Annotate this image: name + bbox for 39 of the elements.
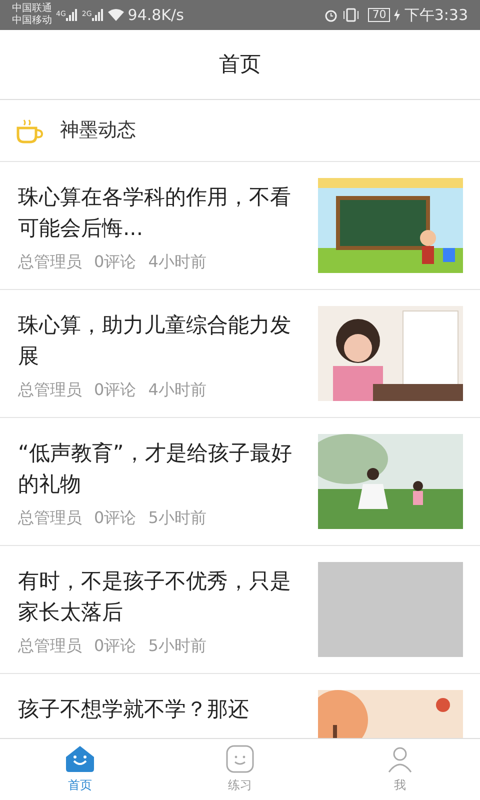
alarm-icon	[324, 8, 338, 22]
post-time: 4小时前	[148, 379, 206, 401]
cup-icon	[16, 118, 44, 144]
comment-count: 0评论	[94, 507, 136, 529]
comment-count: 0评论	[94, 379, 136, 401]
person-icon	[386, 745, 414, 773]
clock: 下午3:33	[404, 4, 468, 26]
article-item[interactable]: 珠心算，助力儿童综合能力发展 总管理员 0评论 4小时前	[0, 290, 480, 418]
article-author: 总管理员	[18, 379, 82, 401]
article-title: 有时，不是孩子不优秀，只是家长太落后	[18, 568, 292, 626]
comment-count: 0评论	[94, 251, 136, 273]
article-title: 珠心算在各学科的作用，不看可能会后悔...	[18, 184, 292, 242]
article-title: 珠心算，助力儿童综合能力发展	[18, 312, 292, 370]
network-speed: 94.8K/s	[128, 4, 184, 26]
article-author: 总管理员	[18, 251, 82, 273]
article-author: 总管理员	[18, 507, 82, 529]
article-item[interactable]: 有时，不是孩子不优秀，只是家长太落后 总管理员 0评论 5小时前	[0, 546, 480, 674]
carrier-name: 中国联通	[12, 3, 52, 14]
comment-count: 0评论	[94, 635, 136, 657]
carrier-name: 中国移动	[12, 15, 52, 27]
signal-icon	[92, 9, 104, 21]
tab-bar-item[interactable]: 首页	[0, 739, 160, 800]
post-time: 5小时前	[148, 507, 206, 529]
section-title: 神墨动态	[60, 118, 136, 144]
signal-icon	[66, 9, 78, 21]
battery-indicator: 70	[368, 8, 390, 22]
vibrate-icon	[342, 8, 360, 22]
article-item[interactable]: 珠心算在各学科的作用，不看可能会后悔... 总管理员 0评论 4小时前	[0, 162, 480, 290]
article-title: 孩子不想学就不学？那还	[18, 696, 250, 723]
smiley-house-icon	[65, 745, 95, 773]
charging-icon	[394, 9, 400, 21]
article-author: 总管理员	[18, 635, 82, 657]
post-time: 5小时前	[148, 635, 206, 657]
post-time: 4小时前	[148, 251, 206, 273]
smiley-icon	[226, 745, 254, 773]
article-title: “低声教育”，才是给孩子最好的礼物	[18, 440, 293, 498]
page-title: 首页	[219, 50, 261, 78]
article-item[interactable]: “低声教育”，才是给孩子最好的礼物 总管理员 0评论 5小时前	[0, 418, 480, 546]
wifi-icon	[108, 9, 124, 21]
